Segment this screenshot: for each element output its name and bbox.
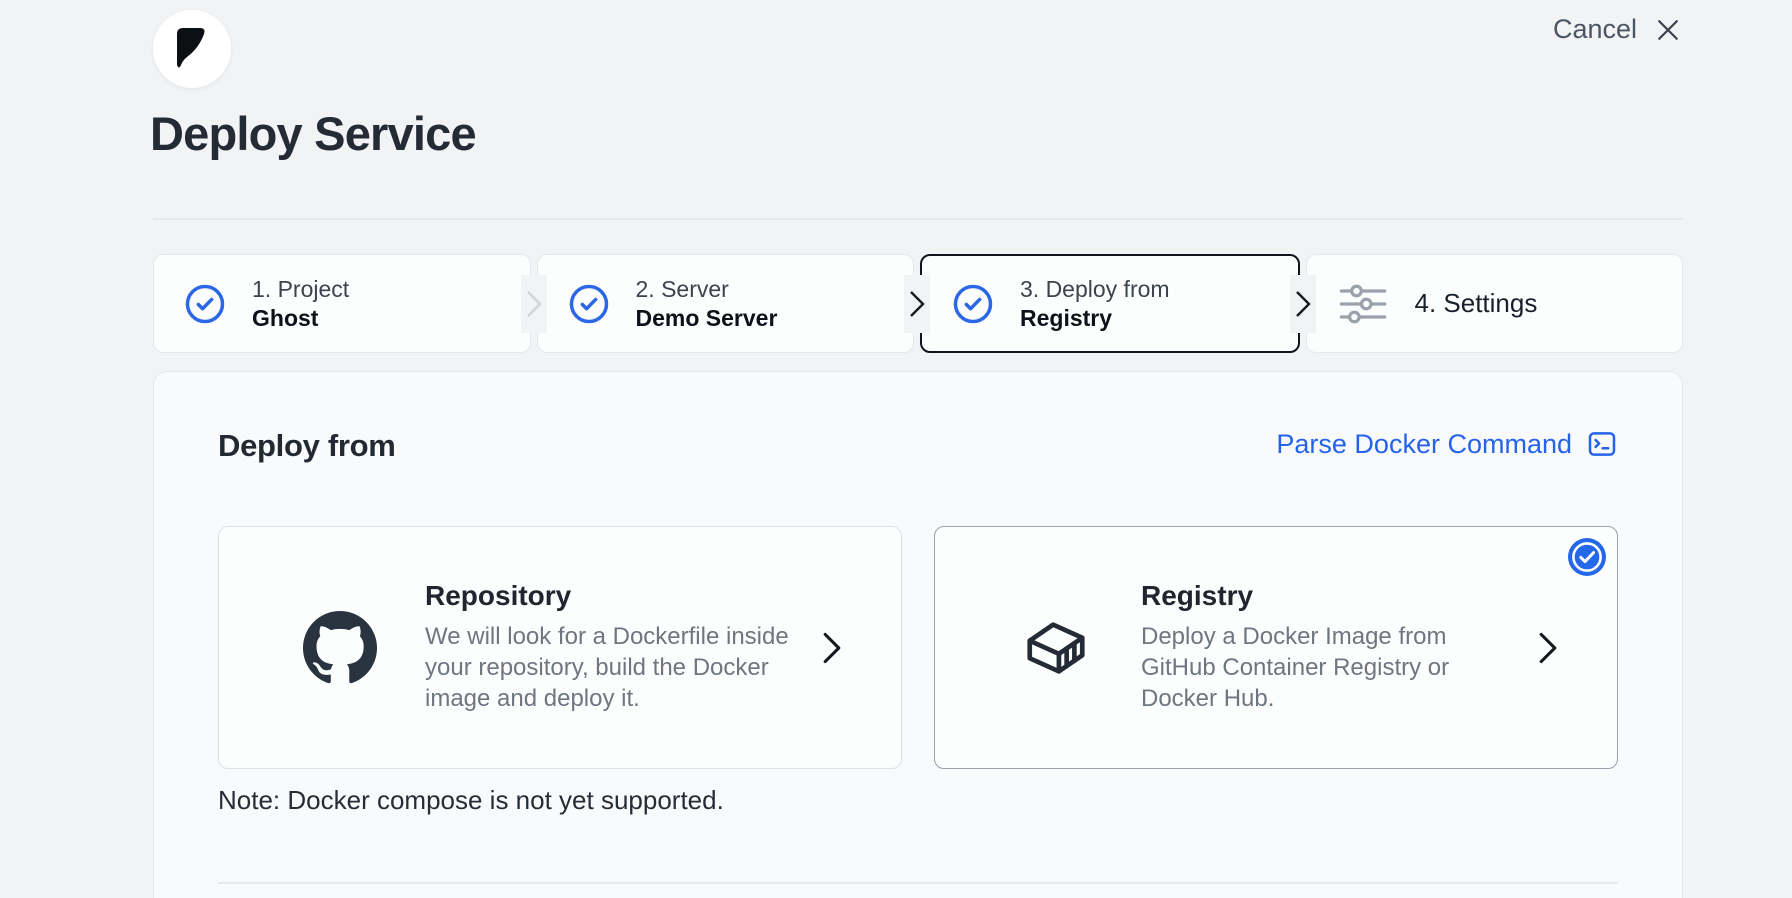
- cancel-button[interactable]: Cancel: [1553, 14, 1683, 45]
- step-deploy-from[interactable]: 3. Deploy from Registry: [920, 254, 1300, 353]
- note-text: Note: Docker compose is not yet supporte…: [218, 785, 1618, 816]
- option-title: Repository: [425, 580, 819, 612]
- check-circle-icon: [568, 283, 610, 325]
- step-label: 4. Settings: [1415, 288, 1538, 319]
- step-value: Demo Server: [636, 305, 778, 332]
- step-label: 2. Server: [636, 276, 778, 303]
- step-settings[interactable]: 4. Settings: [1306, 254, 1684, 353]
- step-label: 3. Deploy from: [1020, 276, 1170, 303]
- option-title: Registry: [1141, 580, 1513, 612]
- parse-docker-command-label[interactable]: Parse Docker Command: [1276, 429, 1572, 460]
- section-heading: Deploy from: [218, 428, 396, 464]
- deploy-from-panel: Deploy from Parse Docker Command: [153, 371, 1683, 898]
- step-label: 1. Project: [252, 276, 349, 303]
- step-project[interactable]: 1. Project Ghost: [153, 254, 531, 353]
- chevron-right-icon: [1535, 631, 1561, 665]
- github-icon: [303, 611, 377, 685]
- terminal-icon[interactable]: [1586, 428, 1618, 460]
- parse-docker-command-button[interactable]: Parse Docker Command: [1276, 428, 1618, 460]
- option-description: Deploy a Docker Image from GitHub Contai…: [1141, 622, 1513, 714]
- step-value: Registry: [1020, 305, 1170, 332]
- step-separator: [904, 275, 930, 333]
- header-divider: [153, 218, 1683, 220]
- step-separator: [1290, 275, 1316, 333]
- option-repository[interactable]: Repository We will look for a Dockerfile…: [218, 526, 902, 769]
- page-title: Deploy Service: [150, 106, 476, 161]
- check-circle-icon: [184, 283, 226, 325]
- close-icon[interactable]: [1653, 15, 1683, 45]
- wizard-stepper: 1. Project Ghost 2. Server Demo Server: [153, 254, 1683, 353]
- step-value: Ghost: [252, 305, 349, 332]
- option-registry[interactable]: Registry Deploy a Docker Image from GitH…: [934, 526, 1618, 769]
- section-divider: [218, 882, 1618, 884]
- sliders-icon: [1337, 282, 1389, 326]
- step-server[interactable]: 2. Server Demo Server: [537, 254, 915, 353]
- chevron-right-icon: [819, 631, 845, 665]
- step-separator: [521, 275, 547, 333]
- cancel-label[interactable]: Cancel: [1553, 14, 1637, 45]
- check-circle-icon: [952, 283, 994, 325]
- deploy-source-options: Repository We will look for a Dockerfile…: [218, 526, 1618, 769]
- selected-check-icon: [1567, 537, 1607, 577]
- app-logo-icon: [153, 10, 231, 88]
- container-icon: [1019, 613, 1093, 683]
- option-description: We will look for a Dockerfile inside you…: [425, 622, 819, 714]
- app-logo: [153, 10, 231, 88]
